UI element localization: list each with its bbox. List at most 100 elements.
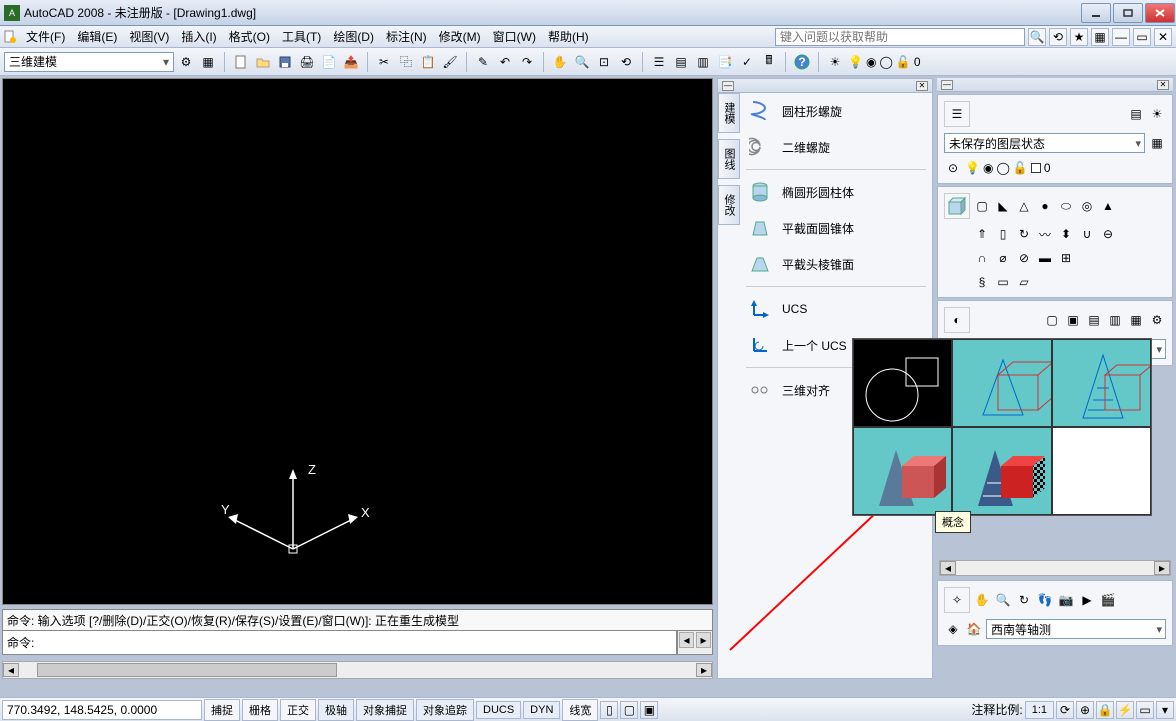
palette-collapse-icon[interactable]: — [722,81,734,91]
tool-pyramid-frustum[interactable]: 平截头棱锥面 [740,246,932,282]
vs-option-2dwireframe[interactable] [853,339,952,427]
toolpalette-icon[interactable]: ▦ [198,52,218,72]
nav-viewcube-icon[interactable]: ◈ [944,620,962,638]
vs-option-3dwireframe[interactable] [952,339,1051,427]
command-input[interactable] [2,631,677,655]
menu-modify[interactable]: 修改(M) [433,26,487,47]
help-icon[interactable]: ? [792,52,812,72]
open-icon[interactable] [253,52,273,72]
cyl-icon[interactable]: ⬭ [1057,197,1075,215]
help-search-input[interactable] [775,28,1025,46]
dash-hscroll[interactable]: ◂▸ [939,560,1171,576]
visualstyle-main-icon[interactable]: ◐ [944,307,970,333]
quickview-layouts-icon[interactable]: ▢ [620,701,638,719]
layer-props-icon[interactable]: ▤ [1127,105,1145,123]
layers-stack-icon[interactable]: ☰ [944,101,970,127]
layer-state-mgr-icon[interactable]: ▦ [1148,134,1166,152]
palette-tab-lines[interactable]: 图线 [718,139,740,179]
box-icon[interactable]: ▢ [973,197,991,215]
paste-icon[interactable]: 📋 [418,52,438,72]
sphere-icon[interactable]: ● [1036,197,1054,215]
status-dyn[interactable]: DYN [523,701,560,719]
vs-option-empty[interactable] [1052,427,1151,515]
properties-icon[interactable]: ☰ [649,52,669,72]
copy-icon[interactable]: ⿻ [396,52,416,72]
section-icon[interactable]: ⊘ [1015,249,1033,267]
layer-lock-icon[interactable]: 🔓 [896,55,911,69]
wedge-icon[interactable]: ◣ [994,197,1012,215]
print-preview-icon[interactable]: 📄 [319,52,339,72]
status-osnap[interactable]: 对象捕捉 [356,699,414,721]
pyr-icon[interactable]: ▲ [1099,197,1117,215]
design-center-icon[interactable]: ▤ [671,52,691,72]
layer-bulb-icon[interactable]: 💡 [848,55,863,69]
nav-pan-icon[interactable]: ✋ [973,591,991,609]
tool-frustum[interactable]: 平截面圆锥体 [740,210,932,246]
intersect-icon[interactable]: ∩ [973,249,991,267]
annotation-auto-icon[interactable]: ⊕ [1076,701,1094,719]
clean-screen-icon[interactable]: ▭ [1136,701,1154,719]
model-paper-toggle[interactable]: ▯ [600,701,618,719]
subtract-icon[interactable]: ⊖ [1099,225,1117,243]
status-grid[interactable]: 栅格 [242,699,278,721]
annotation-scale-value[interactable]: 1:1 [1025,701,1054,719]
recent-icon[interactable]: ⟲ [1049,28,1067,46]
layer-color-swatch[interactable] [1031,163,1041,173]
cut-icon[interactable]: ✂ [374,52,394,72]
search-icon[interactable]: 🔍 [1028,28,1046,46]
satellite-icon[interactable]: ▦ [1091,28,1109,46]
vs-3d-icon[interactable]: ▣ [1064,311,1082,329]
command-hscroll[interactable]: ◂▸ [2,661,713,679]
quickview-drawings-icon[interactable]: ▣ [640,701,658,719]
layer-sun-icon[interactable]: ◉ [866,55,876,69]
vs-option-3dhidden[interactable] [1052,339,1151,427]
palette-tab-modeling[interactable]: 建模 [718,93,740,133]
undo-icon[interactable]: ↶ [495,52,515,72]
status-polar[interactable]: 极轴 [318,699,354,721]
vs-real-icon[interactable]: ▥ [1106,311,1124,329]
pan-icon[interactable]: ✋ [550,52,570,72]
drawing-viewport[interactable]: Z X Y [2,78,713,605]
tool-cylinder[interactable]: 椭圆形圆柱体 [740,174,932,210]
sheet-set-icon[interactable]: 📑 [715,52,735,72]
menu-tools[interactable]: 工具(T) [276,26,327,47]
new-file-icon[interactable] [0,27,20,47]
menu-view[interactable]: 视图(V) [123,26,175,47]
presspull-icon[interactable]: ▯ [994,225,1012,243]
vs-option-realistic[interactable] [952,427,1051,515]
layer-lock2-icon[interactable]: 🔓 [1013,161,1028,175]
menu-format[interactable]: 格式(O) [223,26,276,47]
status-ducs[interactable]: DUCS [476,701,521,719]
quickcalc-icon[interactable]: 🖩 [759,52,779,72]
redo-icon[interactable]: ↷ [517,52,537,72]
print-icon[interactable]: 🖨 [297,52,317,72]
new-icon[interactable] [231,52,251,72]
status-ortho[interactable]: 正交 [280,699,316,721]
imprint-icon[interactable]: ⊞ [1057,249,1075,267]
nav-walk-icon[interactable]: 👣 [1036,591,1054,609]
status-lwt[interactable]: 线宽 [562,699,598,721]
maximize-button[interactable] [1113,3,1143,23]
menu-window[interactable]: 窗口(W) [487,26,542,47]
planar-icon[interactable]: ▱ [1015,273,1033,291]
mdi-minimize-button[interactable]: — [1112,28,1130,46]
lock-ui-icon[interactable]: 🔒 [1096,701,1114,719]
nav-anim-icon[interactable]: 🎬 [1099,591,1117,609]
view-dropdown[interactable]: 西南等轴测 [986,619,1166,639]
slice-icon[interactable]: ⌀ [994,249,1012,267]
command-scroll[interactable]: ◂▸ [677,631,713,655]
tool-helix[interactable]: 圆柱形螺旋 [740,93,932,129]
nav-home-icon[interactable]: 🏠 [965,620,983,638]
sweep-icon[interactable]: 〰 [1036,225,1054,243]
publish-icon[interactable]: 📤 [341,52,361,72]
vs-hide-icon[interactable]: ▤ [1085,311,1103,329]
revolve-icon[interactable]: ↻ [1015,225,1033,243]
vs-2d-icon[interactable]: ▢ [1043,311,1061,329]
menu-edit[interactable]: 编辑(E) [71,26,123,47]
tool-spiral[interactable]: 二维螺旋 [740,129,932,165]
extrude-icon[interactable]: ⇑ [973,225,991,243]
vs-option-conceptual[interactable] [853,427,952,515]
dash-collapse-icon[interactable]: — [941,80,953,90]
layer-thaw-icon[interactable]: ◯ [996,161,1009,175]
menu-insert[interactable]: 插入(I) [175,26,222,47]
